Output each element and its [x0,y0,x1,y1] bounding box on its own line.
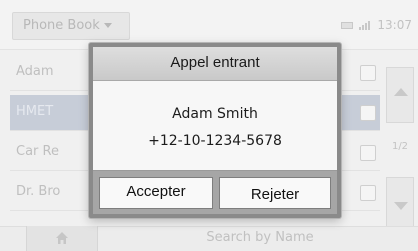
contact-name: Car Re [16,144,59,159]
contact-checkbox[interactable] [360,145,376,161]
contact-name: HMET [16,104,54,119]
caller-name: Adam Smith [172,106,258,122]
arrow-up-icon [394,88,408,96]
scrollbar: 1/2 [386,55,414,233]
accept-button[interactable]: Accepter [99,177,213,209]
contact-name: Adam [16,64,54,79]
page-indicator: 1/2 [391,141,409,152]
phonebook-title: Phone Book [23,18,100,33]
dialog-footer: Accepter Rejeter [93,170,337,214]
phonebook-dropdown[interactable]: Phone Book [12,12,130,40]
contact-name: Dr. Bro [16,184,61,199]
reject-button[interactable]: Rejeter [219,177,331,209]
scroll-down-button[interactable] [386,177,414,233]
home-icon [56,232,68,244]
contact-checkbox[interactable] [360,105,376,121]
clock: 13:07 [377,18,412,32]
contact-checkbox[interactable] [360,65,376,81]
contact-checkbox[interactable] [360,185,376,201]
scroll-up-button[interactable] [386,67,414,123]
battery-icon [341,21,354,29]
dialog-title: Appel entrant [93,47,337,81]
status-area: 13:07 [341,18,412,32]
search-by-name-button[interactable]: Search by Name [112,226,408,251]
caller-number: +12-10-1234-5678 [148,133,282,149]
incoming-call-dialog: Appel entrant Adam Smith +12-10-1234-567… [89,43,341,218]
signal-icon [359,20,371,30]
arrow-down-icon [394,202,408,210]
dialog-body: Adam Smith +12-10-1234-5678 [93,82,337,170]
home-button[interactable] [26,226,98,251]
screen: Phone Book 13:07 Adam HMET Car Re Dr. Br… [0,0,418,251]
chevron-down-icon [103,23,112,28]
